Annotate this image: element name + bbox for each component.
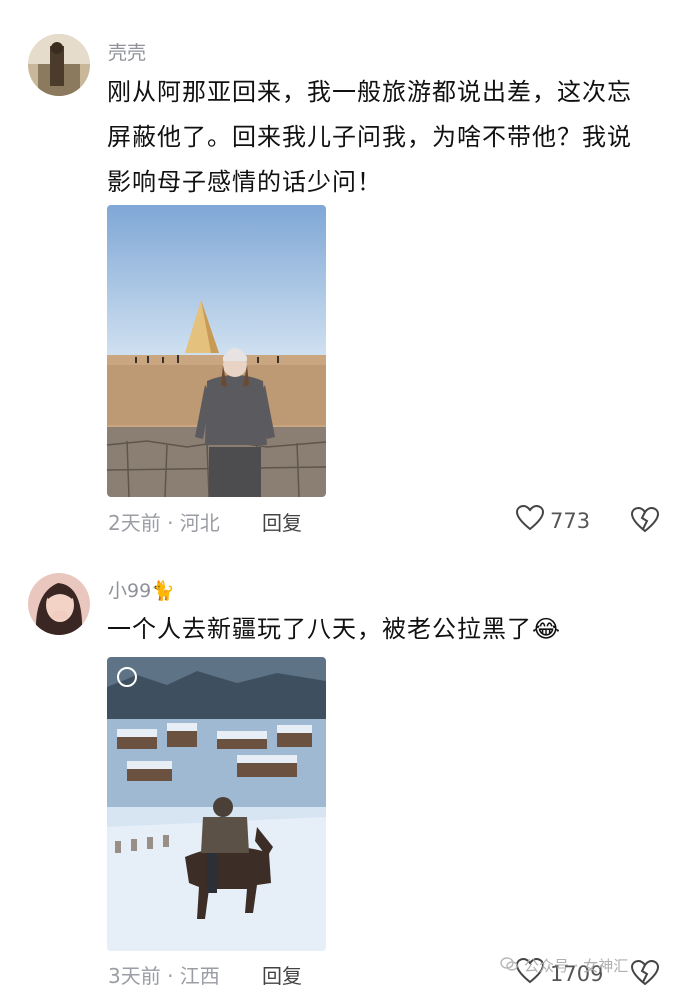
watermark: 公众号 · 女神汇: [500, 955, 628, 976]
dislike-button[interactable]: [630, 959, 660, 990]
comment-line: 屏蔽他了。回来我儿子问我，为啥不带他？我说: [107, 123, 632, 151]
comment-text: 一个人去新疆玩了八天，被老公拉黑了😂: [107, 607, 667, 652]
reply-button[interactable]: 回复: [262, 507, 302, 536]
watermark-text: 公众号 · 女神汇: [524, 957, 629, 975]
comment-line: 一个人去新疆玩了八天，被老公拉黑了: [107, 615, 532, 643]
broken-heart-icon: [630, 959, 660, 990]
comment-photo[interactable]: [107, 657, 326, 951]
comment-username[interactable]: 小99🐈: [108, 576, 175, 603]
laughing-crying-emoji-icon: 😂: [532, 615, 562, 643]
avatar[interactable]: [28, 34, 90, 96]
reply-button[interactable]: 回复: [262, 960, 302, 989]
comment-username[interactable]: 壳壳: [108, 38, 146, 65]
comment-time-location: 3天前 · 江西: [108, 964, 220, 988]
cat-emoji-icon: 🐈: [151, 580, 175, 602]
heart-icon: [515, 504, 545, 536]
wechat-icon: [500, 956, 518, 976]
username-text: 小99: [108, 580, 152, 602]
broken-heart-icon: [630, 506, 660, 537]
comment-text: 刚从阿那亚回来，我一般旅游都说出差，这次忘 屏蔽他了。回来我儿子问我，为啥不带他…: [107, 70, 667, 205]
comment-photo[interactable]: [107, 205, 326, 497]
dislike-button[interactable]: [630, 506, 660, 537]
avatar[interactable]: [28, 573, 90, 635]
comment-line: 影响母子感情的话少问！: [107, 168, 382, 196]
comment-line: 刚从阿那亚回来，我一般旅游都说出差，这次忘: [107, 78, 632, 106]
like-button[interactable]: 773: [515, 504, 591, 536]
like-count: 773: [550, 508, 591, 533]
comment-time-location: 2天前 · 河北: [108, 511, 220, 535]
